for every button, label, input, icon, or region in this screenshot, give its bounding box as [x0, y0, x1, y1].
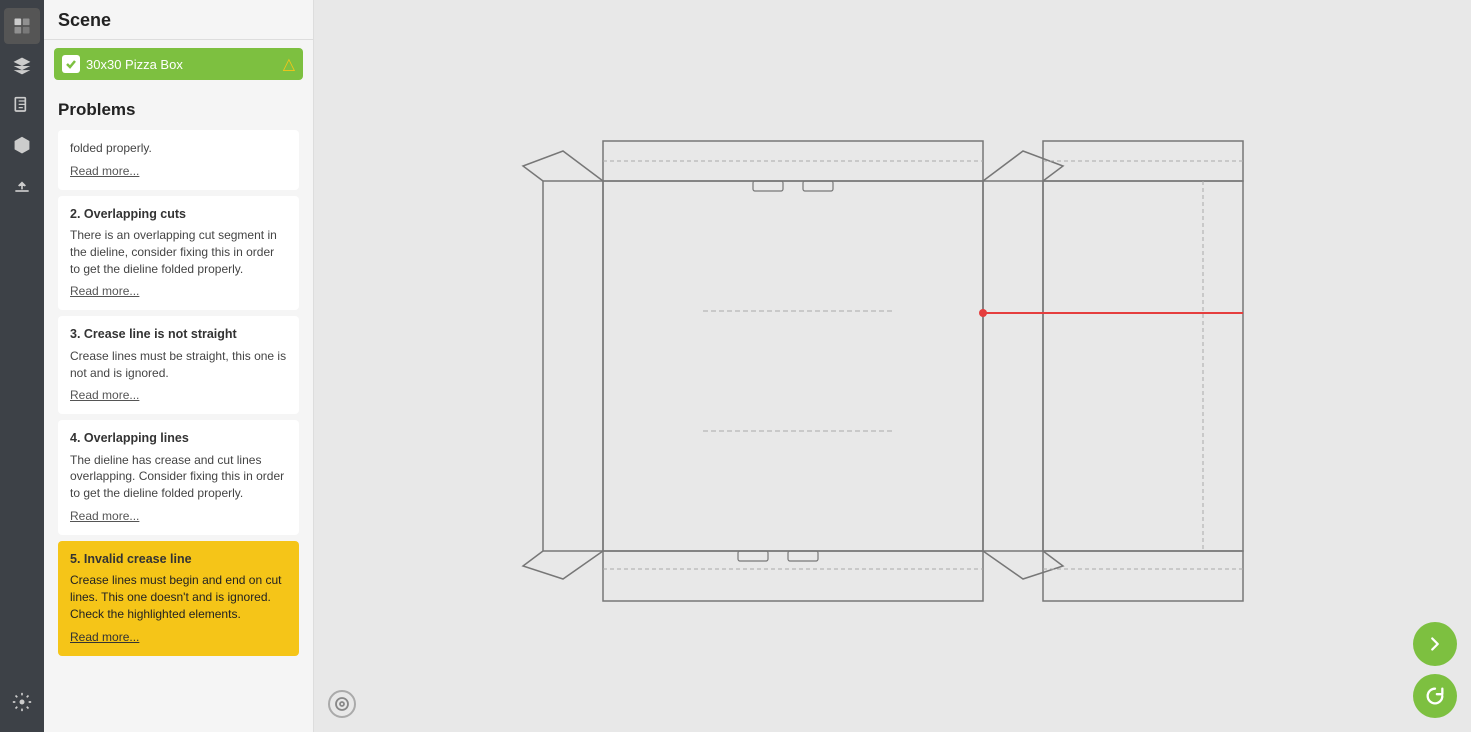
check-icon	[62, 55, 80, 73]
settings-button[interactable]	[4, 684, 40, 720]
toolbar	[0, 0, 44, 732]
problem-item-1: folded properly. Read more...	[58, 130, 299, 190]
problem-1-desc: folded properly.	[70, 140, 287, 157]
problem-5-title: 5. Invalid crease line	[70, 551, 287, 569]
reset-view-button[interactable]	[328, 690, 356, 718]
files-button[interactable]	[4, 88, 40, 124]
problem-4-read-more[interactable]: Read more...	[70, 509, 139, 523]
canvas-area[interactable]	[314, 0, 1471, 732]
scene-title: Scene	[44, 0, 313, 40]
problem-2-read-more[interactable]: Read more...	[70, 284, 139, 298]
problems-title: Problems	[58, 100, 299, 120]
action-buttons	[1413, 622, 1457, 718]
warning-icon: △	[283, 54, 295, 74]
scene-item[interactable]: 30x30 Pizza Box △	[54, 48, 303, 80]
layers-button[interactable]	[4, 48, 40, 84]
upload-button[interactable]	[4, 168, 40, 204]
problem-2-desc: There is an overlapping cut segment in t…	[70, 227, 287, 277]
models-button[interactable]	[4, 128, 40, 164]
scene-item-label: 30x30 Pizza Box	[86, 57, 277, 72]
problem-item-5: 5. Invalid crease line Crease lines must…	[58, 541, 299, 656]
problem-5-desc: Crease lines must begin and end on cut l…	[70, 572, 287, 622]
dieline-canvas	[503, 101, 1283, 631]
problem-3-desc: Crease lines must be straight, this one …	[70, 348, 287, 382]
problems-section: Problems folded properly. Read more... 2…	[44, 88, 313, 670]
problem-4-desc: The dieline has crease and cut lines ove…	[70, 452, 287, 502]
problem-item-2: 2. Overlapping cuts There is an overlapp…	[58, 196, 299, 311]
problem-5-read-more[interactable]: Read more...	[70, 630, 139, 644]
refresh-button[interactable]	[1413, 674, 1457, 718]
sidebar: Scene 30x30 Pizza Box △ Problems folded …	[44, 0, 314, 732]
next-button[interactable]	[1413, 622, 1457, 666]
problem-4-title: 4. Overlapping lines	[70, 430, 287, 448]
problem-3-title: 3. Crease line is not straight	[70, 326, 287, 344]
problem-2-title: 2. Overlapping cuts	[70, 206, 287, 224]
problem-item-4: 4. Overlapping lines The dieline has cre…	[58, 420, 299, 535]
problem-1-read-more[interactable]: Read more...	[70, 164, 139, 178]
problem-3-read-more[interactable]: Read more...	[70, 388, 139, 402]
logo-button[interactable]	[4, 8, 40, 44]
problem-item-3: 3. Crease line is not straight Crease li…	[58, 316, 299, 414]
